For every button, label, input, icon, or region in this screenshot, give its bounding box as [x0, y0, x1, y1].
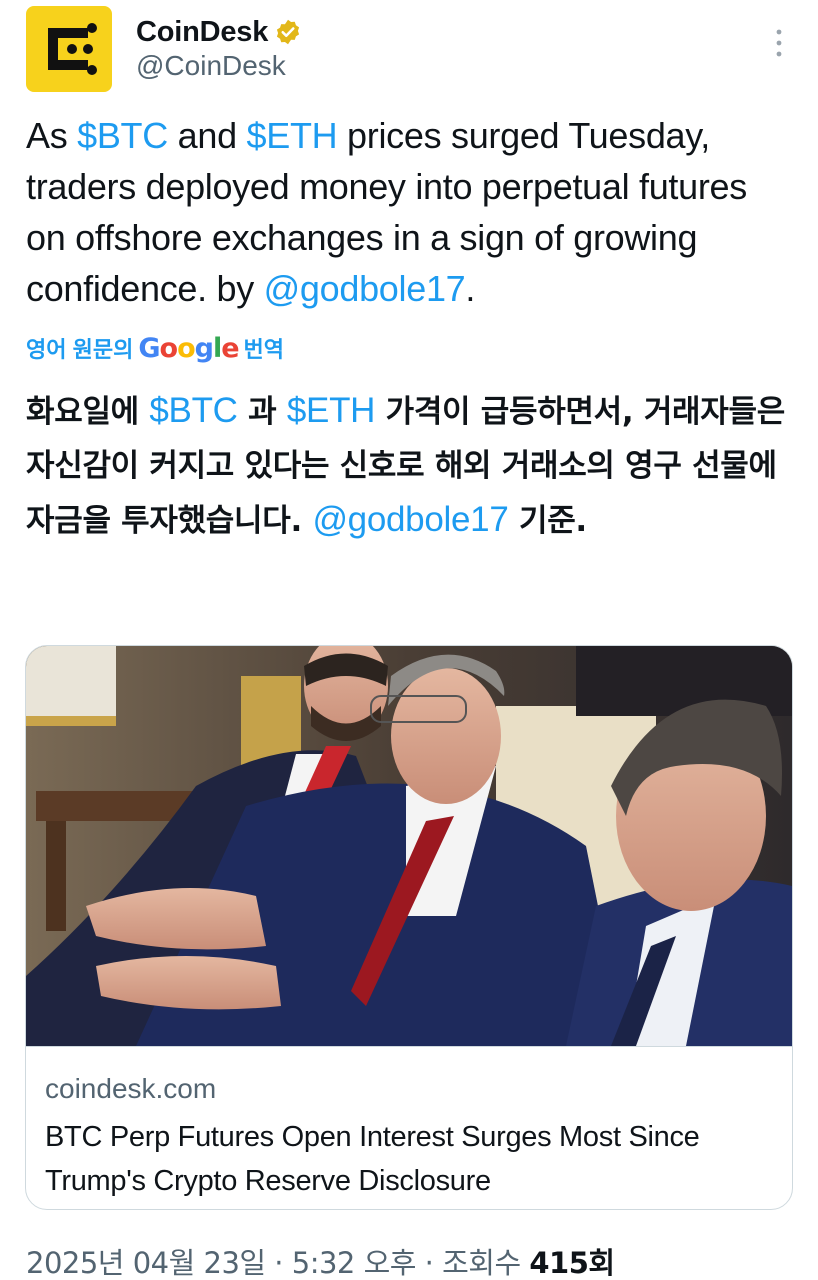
google-letter: o — [177, 332, 196, 364]
google-letter: l — [212, 332, 222, 364]
cashtag-link[interactable]: $BTC — [77, 115, 168, 156]
cashtag-link[interactable]: $BTC — [149, 391, 238, 430]
separator: · — [265, 1246, 292, 1280]
tweet-date[interactable]: 2025년 04월 23일 — [26, 1246, 266, 1280]
views-count: 415회 — [529, 1246, 615, 1280]
tweet-text: As $BTC and $ETH prices surged Tuesday, … — [26, 110, 796, 314]
more-options-icon[interactable] — [774, 28, 784, 58]
card-domain: coindesk.com — [45, 1073, 217, 1104]
text-segment: As — [26, 115, 78, 156]
tweet-meta: 2025년 04월 23일 · 5:32 오후 · 조회수 415회 — [26, 1240, 615, 1280]
verified-badge-icon — [277, 19, 300, 45]
google-letter: e — [221, 332, 239, 364]
avatar[interactable] — [26, 6, 112, 92]
card-body[interactable]: coindesk.com BTC Perp Futures Open Inter… — [26, 1046, 792, 1209]
translated-text: 화요일에 $BTC 과 $ETH 가격이 급등하면서, 거래자들은 자신감이 커… — [26, 384, 796, 548]
tweet-time[interactable]: 5:32 오후 — [292, 1246, 417, 1280]
link-preview-card[interactable]: coindesk.com BTC Perp Futures Open Inter… — [25, 645, 793, 1210]
separator: · — [415, 1246, 443, 1280]
coindesk-logo-icon — [48, 23, 97, 75]
translation-suffix: 번역 — [243, 337, 285, 362]
views-label: 조회수 — [442, 1246, 521, 1280]
google-logo: Google — [138, 332, 239, 364]
translation-label[interactable]: 영어 원문의 Google 번역 — [26, 332, 284, 364]
cashtag-link[interactable]: $ETH — [287, 391, 376, 430]
translation-prefix: 영어 원문의 — [26, 337, 134, 362]
text-segment: 화요일에 — [26, 394, 150, 430]
text-segment: and — [167, 115, 247, 156]
text-segment: 과 — [237, 394, 287, 430]
text-segment: 기준. — [508, 503, 587, 539]
card-title: BTC Perp Futures Open Interest Surges Mo… — [45, 1121, 700, 1197]
display-name[interactable]: CoinDesk — [136, 16, 268, 49]
text-segment: . — [465, 268, 476, 309]
tweet-header: CoinDesk @CoinDesk — [26, 6, 802, 94]
google-letter: o — [159, 332, 179, 364]
article-image[interactable] — [26, 646, 792, 1046]
mention-link[interactable]: @godbole17 — [264, 268, 466, 309]
mention-link[interactable]: @godbole17 — [312, 500, 508, 539]
google-letter: g — [194, 332, 214, 364]
handle[interactable]: @CoinDesk — [136, 50, 286, 82]
cashtag-link[interactable]: $ETH — [247, 115, 338, 156]
google-letter: G — [138, 332, 160, 364]
